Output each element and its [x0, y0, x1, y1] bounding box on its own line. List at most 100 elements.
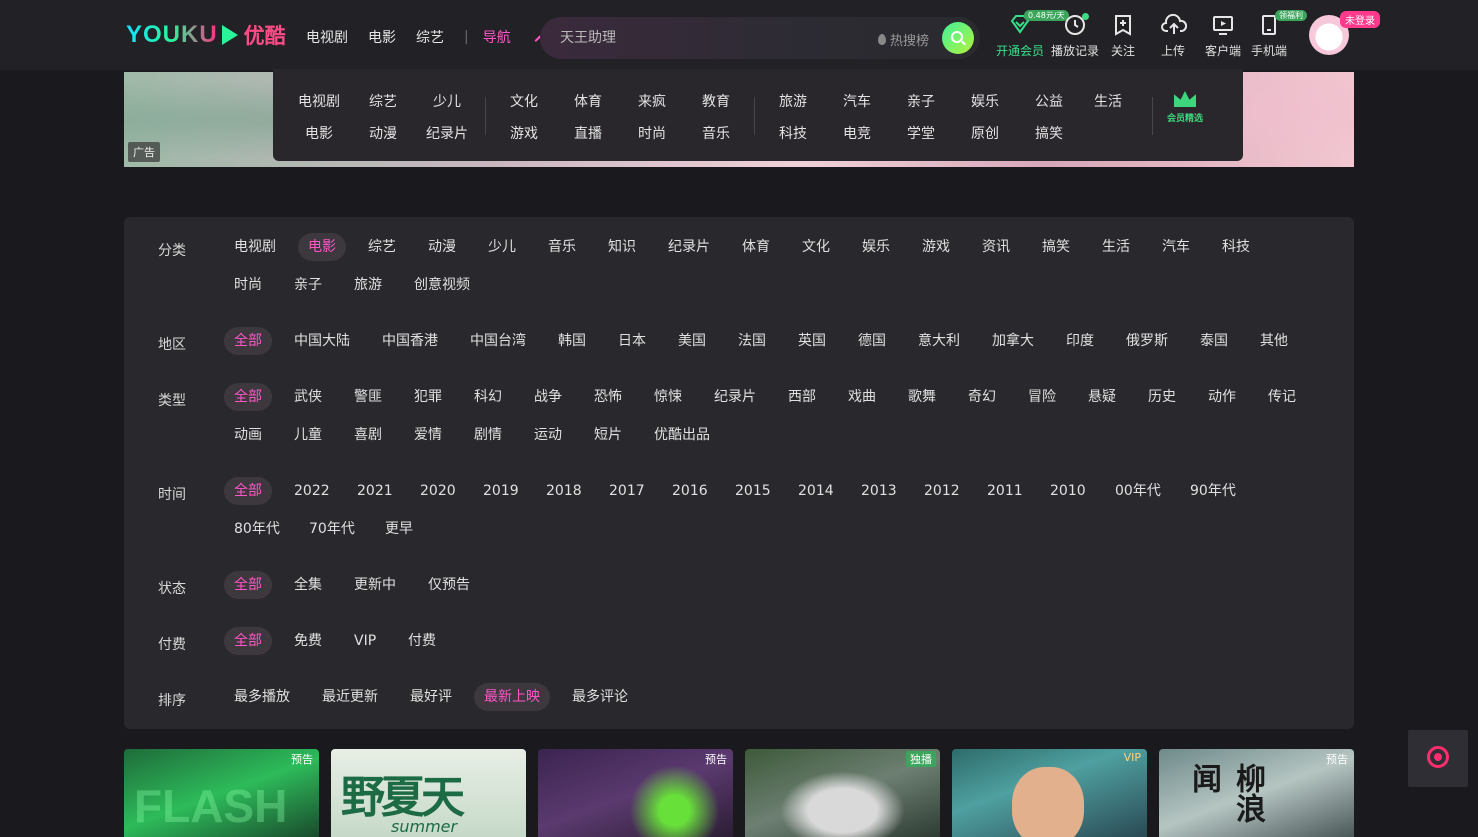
filter-chip[interactable]: 剧情 [464, 421, 512, 449]
filter-chip[interactable]: 悬疑 [1078, 383, 1126, 411]
filter-chip[interactable]: 搞笑 [1032, 233, 1080, 261]
channel-item[interactable]: 直播 [556, 123, 620, 143]
filter-chip[interactable]: 历史 [1138, 383, 1186, 411]
video-card[interactable]: 野夏天 summer [331, 749, 526, 837]
channel-item[interactable]: 游戏 [492, 123, 556, 143]
filter-chip[interactable]: 全集 [284, 571, 332, 599]
filter-chip[interactable]: 西部 [778, 383, 826, 411]
filter-chip[interactable]: 科幻 [464, 383, 512, 411]
channel-item[interactable]: 电竞 [825, 123, 889, 143]
channel-item[interactable]: 汽车 [825, 91, 889, 111]
channel-item[interactable]: 亲子 [889, 91, 953, 111]
filter-chip[interactable]: 付费 [398, 627, 446, 655]
channel-item[interactable]: 体育 [556, 91, 620, 111]
filter-chip[interactable]: 美国 [668, 327, 716, 355]
filter-chip[interactable]: 2010 [1040, 477, 1096, 505]
filter-chip[interactable]: 优酷出品 [644, 421, 720, 449]
filter-chip[interactable]: 武侠 [284, 383, 332, 411]
video-card[interactable]: 预告 [538, 749, 733, 837]
filter-chip[interactable]: 动画 [224, 421, 272, 449]
channel-item[interactable]: 公益 [1017, 91, 1081, 111]
filter-chip[interactable]: 中国香港 [372, 327, 448, 355]
filter-chip[interactable]: 2019 [473, 477, 529, 505]
filter-chip[interactable]: 知识 [598, 233, 646, 261]
channel-item[interactable]: 少儿 [415, 91, 479, 111]
filter-chip[interactable]: 亲子 [284, 271, 332, 299]
filter-chip[interactable]: 日本 [608, 327, 656, 355]
filter-chip[interactable]: 电视剧 [224, 233, 286, 261]
filter-chip-selected[interactable]: 电影 [298, 233, 346, 261]
filter-chip[interactable]: 印度 [1056, 327, 1104, 355]
vip-button[interactable]: 0.48元/天 开通会员 [990, 10, 1069, 59]
filter-chip[interactable]: 00年代 [1105, 477, 1171, 505]
channel-item[interactable]: 教育 [684, 91, 748, 111]
channel-item[interactable]: 音乐 [684, 123, 748, 143]
filter-chip[interactable]: 儿童 [284, 421, 332, 449]
filter-chip[interactable]: 创意视频 [404, 271, 480, 299]
filter-chip[interactable]: 动作 [1198, 383, 1246, 411]
filter-chip[interactable]: 免费 [284, 627, 332, 655]
vip-selection-link[interactable]: 会员精选 [1167, 91, 1203, 124]
filter-chip[interactable]: VIP [344, 627, 386, 655]
filter-chip[interactable]: 少儿 [478, 233, 526, 261]
filter-chip[interactable]: 更新中 [344, 571, 406, 599]
filter-chip[interactable]: 加拿大 [982, 327, 1044, 355]
filter-chip[interactable]: 汽车 [1152, 233, 1200, 261]
filter-chip[interactable]: 冒险 [1018, 383, 1066, 411]
filter-chip[interactable]: 动漫 [418, 233, 466, 261]
channel-item[interactable]: 动漫 [351, 123, 415, 143]
filter-chip[interactable]: 2013 [851, 477, 907, 505]
hot-search-link[interactable]: 热搜榜 [878, 30, 929, 49]
filter-chip[interactable]: 体育 [732, 233, 780, 261]
channel-item[interactable]: 电影 [287, 123, 351, 143]
search-input[interactable] [560, 28, 860, 48]
mobile-button[interactable]: 领福利 手机端 [1239, 10, 1307, 59]
sort-chip[interactable]: 最多评论 [562, 683, 638, 711]
video-card[interactable]: 柳浪闻 预告 [1159, 749, 1354, 837]
filter-chip[interactable]: 纪录片 [658, 233, 720, 261]
filter-chip[interactable]: 意大利 [908, 327, 970, 355]
filter-chip[interactable]: 70年代 [299, 515, 365, 543]
filter-chip[interactable]: 更早 [375, 515, 423, 543]
channel-item[interactable]: 生活 [1076, 91, 1140, 111]
feedback-float-button[interactable] [1408, 730, 1468, 787]
filter-chip[interactable]: 爱情 [404, 421, 452, 449]
filter-chip[interactable]: 80年代 [224, 515, 290, 543]
sort-chip[interactable]: 最好评 [400, 683, 462, 711]
channel-item[interactable]: 纪录片 [415, 123, 479, 143]
youku-logo[interactable]: YOUKU 优酷 [126, 21, 286, 49]
filter-chip[interactable]: 奇幻 [958, 383, 1006, 411]
filter-chip[interactable]: 娱乐 [852, 233, 900, 261]
filter-chip[interactable]: 2022 [284, 477, 340, 505]
search-button[interactable] [942, 22, 974, 54]
filter-chip[interactable]: 中国大陆 [284, 327, 360, 355]
filter-chip[interactable]: 泰国 [1190, 327, 1238, 355]
filter-chip-selected[interactable]: 全部 [224, 571, 272, 599]
filter-chip[interactable]: 2020 [410, 477, 466, 505]
channel-item[interactable]: 旅游 [761, 91, 825, 111]
filter-chip[interactable]: 传记 [1258, 383, 1306, 411]
filter-chip[interactable]: 2012 [914, 477, 970, 505]
filter-chip[interactable]: 游戏 [912, 233, 960, 261]
filter-chip[interactable]: 战争 [524, 383, 572, 411]
filter-chip[interactable]: 德国 [848, 327, 896, 355]
channel-item[interactable]: 来疯 [620, 91, 684, 111]
filter-chip[interactable]: 2015 [725, 477, 781, 505]
filter-chip[interactable]: 戏曲 [838, 383, 886, 411]
filter-chip[interactable]: 短片 [584, 421, 632, 449]
nav-movie[interactable]: 电影 [368, 27, 396, 47]
channel-item[interactable]: 原创 [953, 123, 1017, 143]
filter-chip[interactable]: 喜剧 [344, 421, 392, 449]
filter-chip[interactable]: 警匪 [344, 383, 392, 411]
filter-chip[interactable]: 90年代 [1180, 477, 1246, 505]
nav-tv[interactable]: 电视剧 [306, 27, 348, 47]
filter-chip[interactable]: 时尚 [224, 271, 272, 299]
channel-item[interactable]: 综艺 [351, 91, 415, 111]
filter-chip[interactable]: 其他 [1250, 327, 1298, 355]
filter-chip[interactable]: 2014 [788, 477, 844, 505]
sort-chip[interactable]: 最多播放 [224, 683, 300, 711]
video-card[interactable]: VIP [952, 749, 1147, 837]
filter-chip-selected[interactable]: 全部 [224, 327, 272, 355]
sort-chip[interactable]: 最近更新 [312, 683, 388, 711]
channel-item[interactable]: 电视剧 [287, 91, 351, 111]
